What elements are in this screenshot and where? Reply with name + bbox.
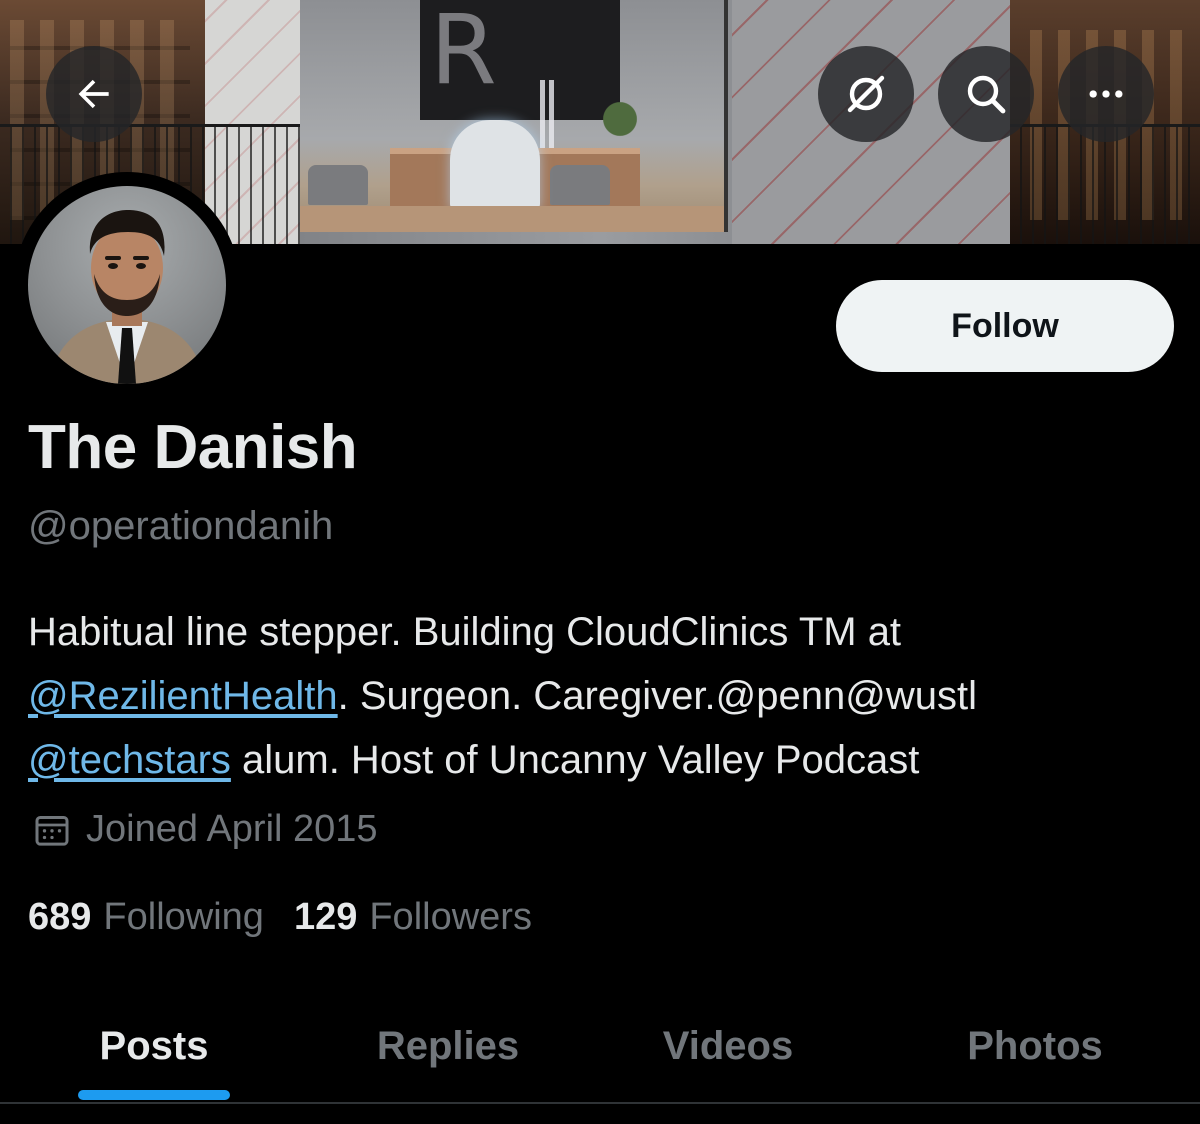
banner-logo-letter: R — [430, 0, 497, 106]
banner-dental-chair — [450, 120, 540, 210]
bio-text: . Surgeon. Caregiver.@penn@wustl — [337, 674, 977, 718]
bio-text: Habitual line stepper. Building CloudCli… — [28, 610, 902, 654]
followers-label: Followers — [369, 896, 532, 938]
profile-bio: Habitual line stepper. Building CloudCli… — [28, 600, 1178, 792]
bio-mention-link[interactable]: @RezilientHealth — [28, 674, 338, 718]
follow-button[interactable]: Follow — [836, 280, 1174, 372]
tab-replies[interactable]: Replies — [338, 990, 558, 1102]
banner-plant — [600, 95, 640, 155]
banner-floor — [300, 206, 724, 232]
tab-photos[interactable]: Photos — [920, 990, 1150, 1102]
bio-text: alum. Host of Uncanny Valley Podcast — [230, 738, 920, 782]
following-count: 689 — [28, 896, 92, 938]
profile-joined-date: Joined April 2015 — [32, 808, 378, 851]
profile-handle: @operationdanih — [28, 504, 334, 548]
back-button[interactable] — [46, 46, 142, 142]
more-horizontal-icon — [1089, 90, 1123, 98]
active-tab-indicator — [78, 1090, 230, 1100]
banner-clinic-room: R — [300, 0, 728, 232]
avatar-photo — [28, 186, 226, 384]
following-label: Following — [103, 896, 264, 938]
search-icon — [967, 75, 1006, 114]
search-button[interactable] — [938, 46, 1034, 142]
followers-link[interactable]: 129 Followers — [294, 896, 532, 939]
profile-avatar[interactable] — [14, 172, 240, 398]
following-link[interactable]: 689 Following — [28, 896, 264, 939]
banner-chair-left — [308, 165, 368, 205]
avatar-portrait-illustration — [48, 210, 206, 384]
tab-posts[interactable]: Posts — [54, 990, 254, 1102]
tab-videos[interactable]: Videos — [618, 990, 838, 1102]
grok-button[interactable] — [818, 46, 914, 142]
more-button[interactable] — [1058, 46, 1154, 142]
calendar-icon — [35, 815, 69, 846]
joined-text: Joined April 2015 — [86, 808, 378, 850]
profile-stats: 689 Following 129 Followers — [28, 896, 562, 939]
grok-icon — [847, 75, 885, 113]
profile-display-name: The Danish — [28, 413, 358, 482]
arrow-left-icon — [78, 79, 109, 109]
tabs-divider — [0, 1102, 1200, 1104]
banner-railing-right — [1010, 124, 1200, 244]
bio-mention-link[interactable]: @techstars — [28, 738, 231, 782]
followers-count: 129 — [293, 896, 358, 938]
profile-page: R Follow The Danish @operationdanih Habi… — [0, 0, 1200, 1124]
banner-chair-right — [550, 165, 610, 205]
profile-tabs: Posts Replies Videos Photos — [0, 990, 1200, 1102]
